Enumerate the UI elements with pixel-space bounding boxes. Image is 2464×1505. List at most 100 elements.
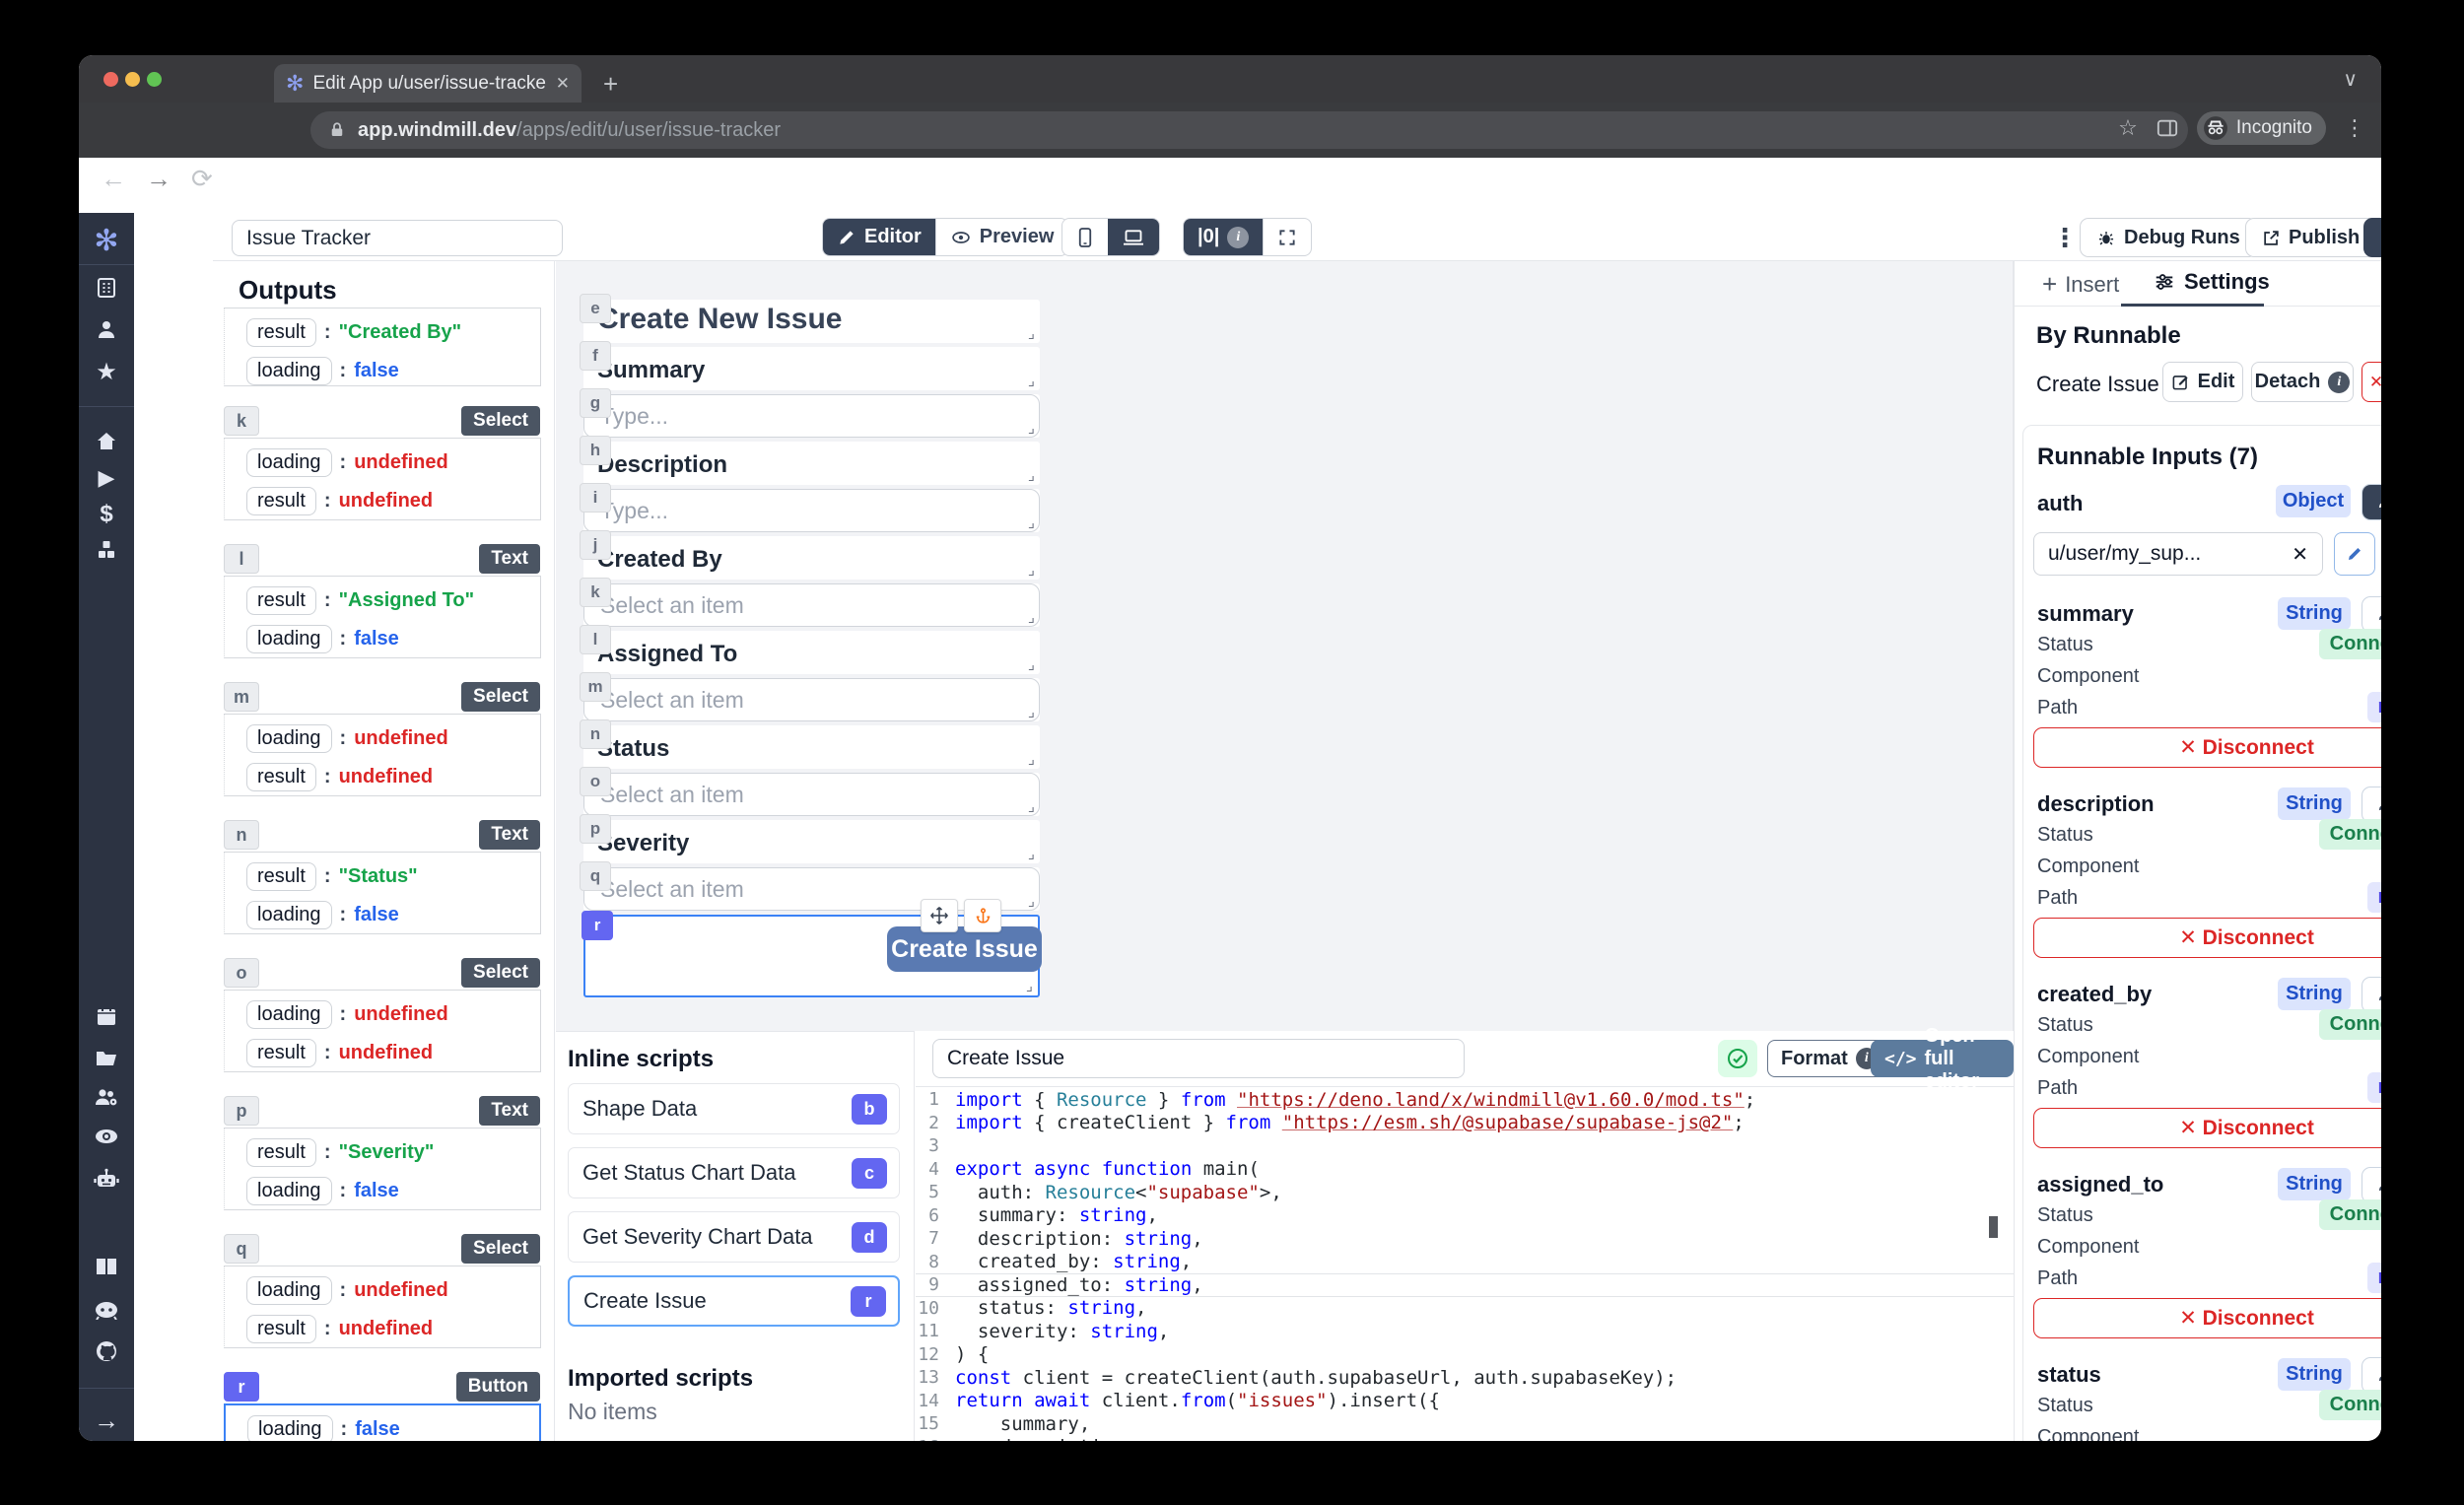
inline-script-row[interactable]: Get Status Chart Datac <box>568 1147 900 1198</box>
url-omnibox[interactable]: app.windmill.dev/apps/edit/u/user/issue-… <box>310 111 2188 149</box>
docs-book-icon[interactable] <box>79 1256 134 1277</box>
resize-corner-icon[interactable]: ⌟ <box>1028 421 1035 436</box>
maximize-window-button[interactable] <box>147 72 162 87</box>
move-handle[interactable] <box>921 899 958 932</box>
output-key-pill[interactable]: loading <box>246 1000 332 1029</box>
static-mode-pencil-icon[interactable] <box>2362 978 2381 1012</box>
edit-runnable-button[interactable]: Edit <box>2162 362 2243 402</box>
runs-play-icon[interactable]: ▶ <box>79 467 134 489</box>
code-line[interactable]: 16 description, <box>916 1436 2014 1442</box>
resize-corner-icon[interactable]: ⌟ <box>1028 752 1035 767</box>
mobile-view-button[interactable] <box>1062 219 1108 255</box>
output-key-pill[interactable]: result <box>246 763 316 791</box>
schedules-calendar-icon[interactable] <box>79 1004 134 1028</box>
desktop-view-button[interactable] <box>1108 219 1159 255</box>
code-line[interactable]: 11 severity: string, <box>916 1320 2014 1343</box>
output-key-pill[interactable]: loading <box>246 448 332 477</box>
reload-icon[interactable]: ⟳ <box>191 164 213 194</box>
edit-resource-button[interactable] <box>2334 532 2375 576</box>
canvas-component-m[interactable]: mSelect an item⌟ <box>583 678 1040 721</box>
code-area[interactable]: 1import { Resource } from "https://deno.… <box>916 1088 2014 1441</box>
canvas-component-k[interactable]: kSelect an item⌟ <box>583 583 1040 627</box>
bookmark-star-icon[interactable]: ☆ <box>2118 115 2138 141</box>
connect-toggle[interactable]: → <box>2361 977 2381 1013</box>
discord-icon[interactable] <box>79 1300 134 1320</box>
output-key-pill[interactable]: result <box>246 1039 316 1067</box>
tab-insert[interactable]: + Insert <box>2042 269 2119 300</box>
disconnect-button[interactable]: ✕ Disconnect <box>2033 918 2381 958</box>
output-key-pill[interactable]: result <box>246 318 316 347</box>
folders-icon[interactable] <box>79 1046 134 1069</box>
code-line[interactable]: 1import { Resource } from "https://deno.… <box>916 1088 2014 1112</box>
resize-corner-icon[interactable]: ⌟ <box>1028 894 1035 909</box>
resize-corner-icon[interactable]: ⌟ <box>1028 374 1035 388</box>
audit-eye-icon[interactable] <box>79 1126 134 1147</box>
disconnect-button[interactable]: ✕ Disconnect <box>2033 1108 2381 1148</box>
chrome-menu-kebab-icon[interactable]: ⋮ <box>2344 115 2365 141</box>
resize-corner-icon[interactable]: ⌟ <box>1028 799 1035 814</box>
static-mode-pencil-icon[interactable] <box>2362 1168 2381 1202</box>
resources-cubes-icon[interactable] <box>79 538 134 562</box>
back-icon[interactable]: ← <box>101 164 126 194</box>
code-line[interactable]: 5 auth: Resource<"supabase">, <box>916 1181 2014 1204</box>
connect-toggle[interactable]: → <box>2361 1167 2381 1203</box>
github-icon[interactable] <box>79 1339 134 1363</box>
resize-corner-icon[interactable]: ⌟ <box>1028 705 1035 719</box>
resize-corner-icon[interactable]: ⌟ <box>1028 326 1035 341</box>
workers-robot-icon[interactable] <box>79 1167 134 1191</box>
incognito-badge[interactable]: Incognito <box>2197 111 2326 145</box>
output-key-pill[interactable]: result <box>246 862 316 891</box>
resize-corner-icon[interactable]: ⌟ <box>1028 468 1035 483</box>
output-key-pill[interactable]: loading <box>247 1415 333 1441</box>
code-line[interactable]: 2import { createClient } from "https://e… <box>916 1112 2014 1135</box>
more-options-kebab-icon[interactable]: ⋮ <box>2052 223 2078 253</box>
side-panel-icon[interactable] <box>2156 117 2179 139</box>
output-key-pill[interactable]: loading <box>246 724 332 753</box>
save-button[interactable]: Save <box>2363 218 2381 257</box>
disconnect-button[interactable]: ✕ Disconnect <box>2033 1298 2381 1338</box>
variables-dollar-icon[interactable]: $ <box>79 503 134 526</box>
user-icon[interactable] <box>79 317 134 341</box>
inline-script-row[interactable]: Get Severity Chart Datad <box>568 1211 900 1263</box>
workspace-icon[interactable] <box>79 276 134 300</box>
code-line[interactable]: 12) { <box>916 1343 2014 1367</box>
output-key-pill[interactable]: result <box>246 1315 316 1343</box>
text-input[interactable]: Type... <box>583 489 1040 532</box>
app-canvas[interactable]: eCreate New Issue⌟fSummary⌟gType...⌟hDes… <box>556 261 2014 1031</box>
open-full-editor-button[interactable]: </> Open full editor <box>1871 1040 2014 1077</box>
expand-arrow-icon[interactable]: → <box>79 1407 134 1433</box>
tab-settings[interactable]: Settings <box>2153 269 2270 295</box>
code-scrollbar-thumb[interactable] <box>1989 1216 1998 1238</box>
new-tab-button[interactable]: + <box>603 69 618 100</box>
debug-runs-button[interactable]: Debug Runs <box>2080 218 2257 257</box>
text-input[interactable]: Type... <box>583 394 1040 438</box>
auth-resource-input[interactable]: u/user/my_sup... ✕ <box>2033 532 2323 576</box>
output-key-pill[interactable]: result <box>246 1138 316 1167</box>
code-line[interactable]: 9 assigned_to: string, <box>916 1273 2014 1297</box>
code-line[interactable]: 6 summary: string, <box>916 1204 2014 1228</box>
code-line[interactable]: 15 summary, <box>916 1412 2014 1436</box>
resize-corner-icon[interactable]: ⌟ <box>1028 610 1035 625</box>
resize-corner-icon[interactable]: ⌟ <box>1028 847 1035 861</box>
connect-toggle[interactable]: → <box>2361 596 2381 633</box>
script-name-input[interactable] <box>932 1039 1465 1078</box>
app-name-input[interactable] <box>232 220 563 256</box>
browser-tab[interactable]: ✻ Edit App u/user/issue-tracker | ✕ <box>274 64 582 103</box>
select-input[interactable]: Select an item <box>583 773 1040 816</box>
inline-script-row[interactable]: Shape Datab <box>568 1083 900 1134</box>
forward-icon[interactable]: → <box>146 164 171 194</box>
preview-tab[interactable]: Preview <box>935 219 1068 255</box>
auth-mode-toggle[interactable]: → <box>2361 484 2381 520</box>
fullscreen-button[interactable] <box>1263 219 1311 255</box>
clear-runnable-button[interactable]: ✕ Clear <box>2361 362 2381 402</box>
resize-corner-icon[interactable]: ⌟ <box>1026 979 1033 993</box>
canvas-component-r[interactable]: rCreate Issue⌟ <box>583 915 1040 997</box>
tab-search-chevron-icon[interactable]: ∨ <box>2343 67 2358 92</box>
resize-corner-icon[interactable]: ⌟ <box>1028 657 1035 672</box>
select-input[interactable]: Select an item <box>583 583 1040 627</box>
connect-toggle[interactable]: → <box>2361 787 2381 823</box>
favorites-star-icon[interactable]: ★ <box>79 361 134 384</box>
code-line[interactable]: 3 <box>916 1134 2014 1158</box>
groups-icon[interactable] <box>79 1085 134 1109</box>
select-input[interactable]: Select an item <box>583 678 1040 721</box>
